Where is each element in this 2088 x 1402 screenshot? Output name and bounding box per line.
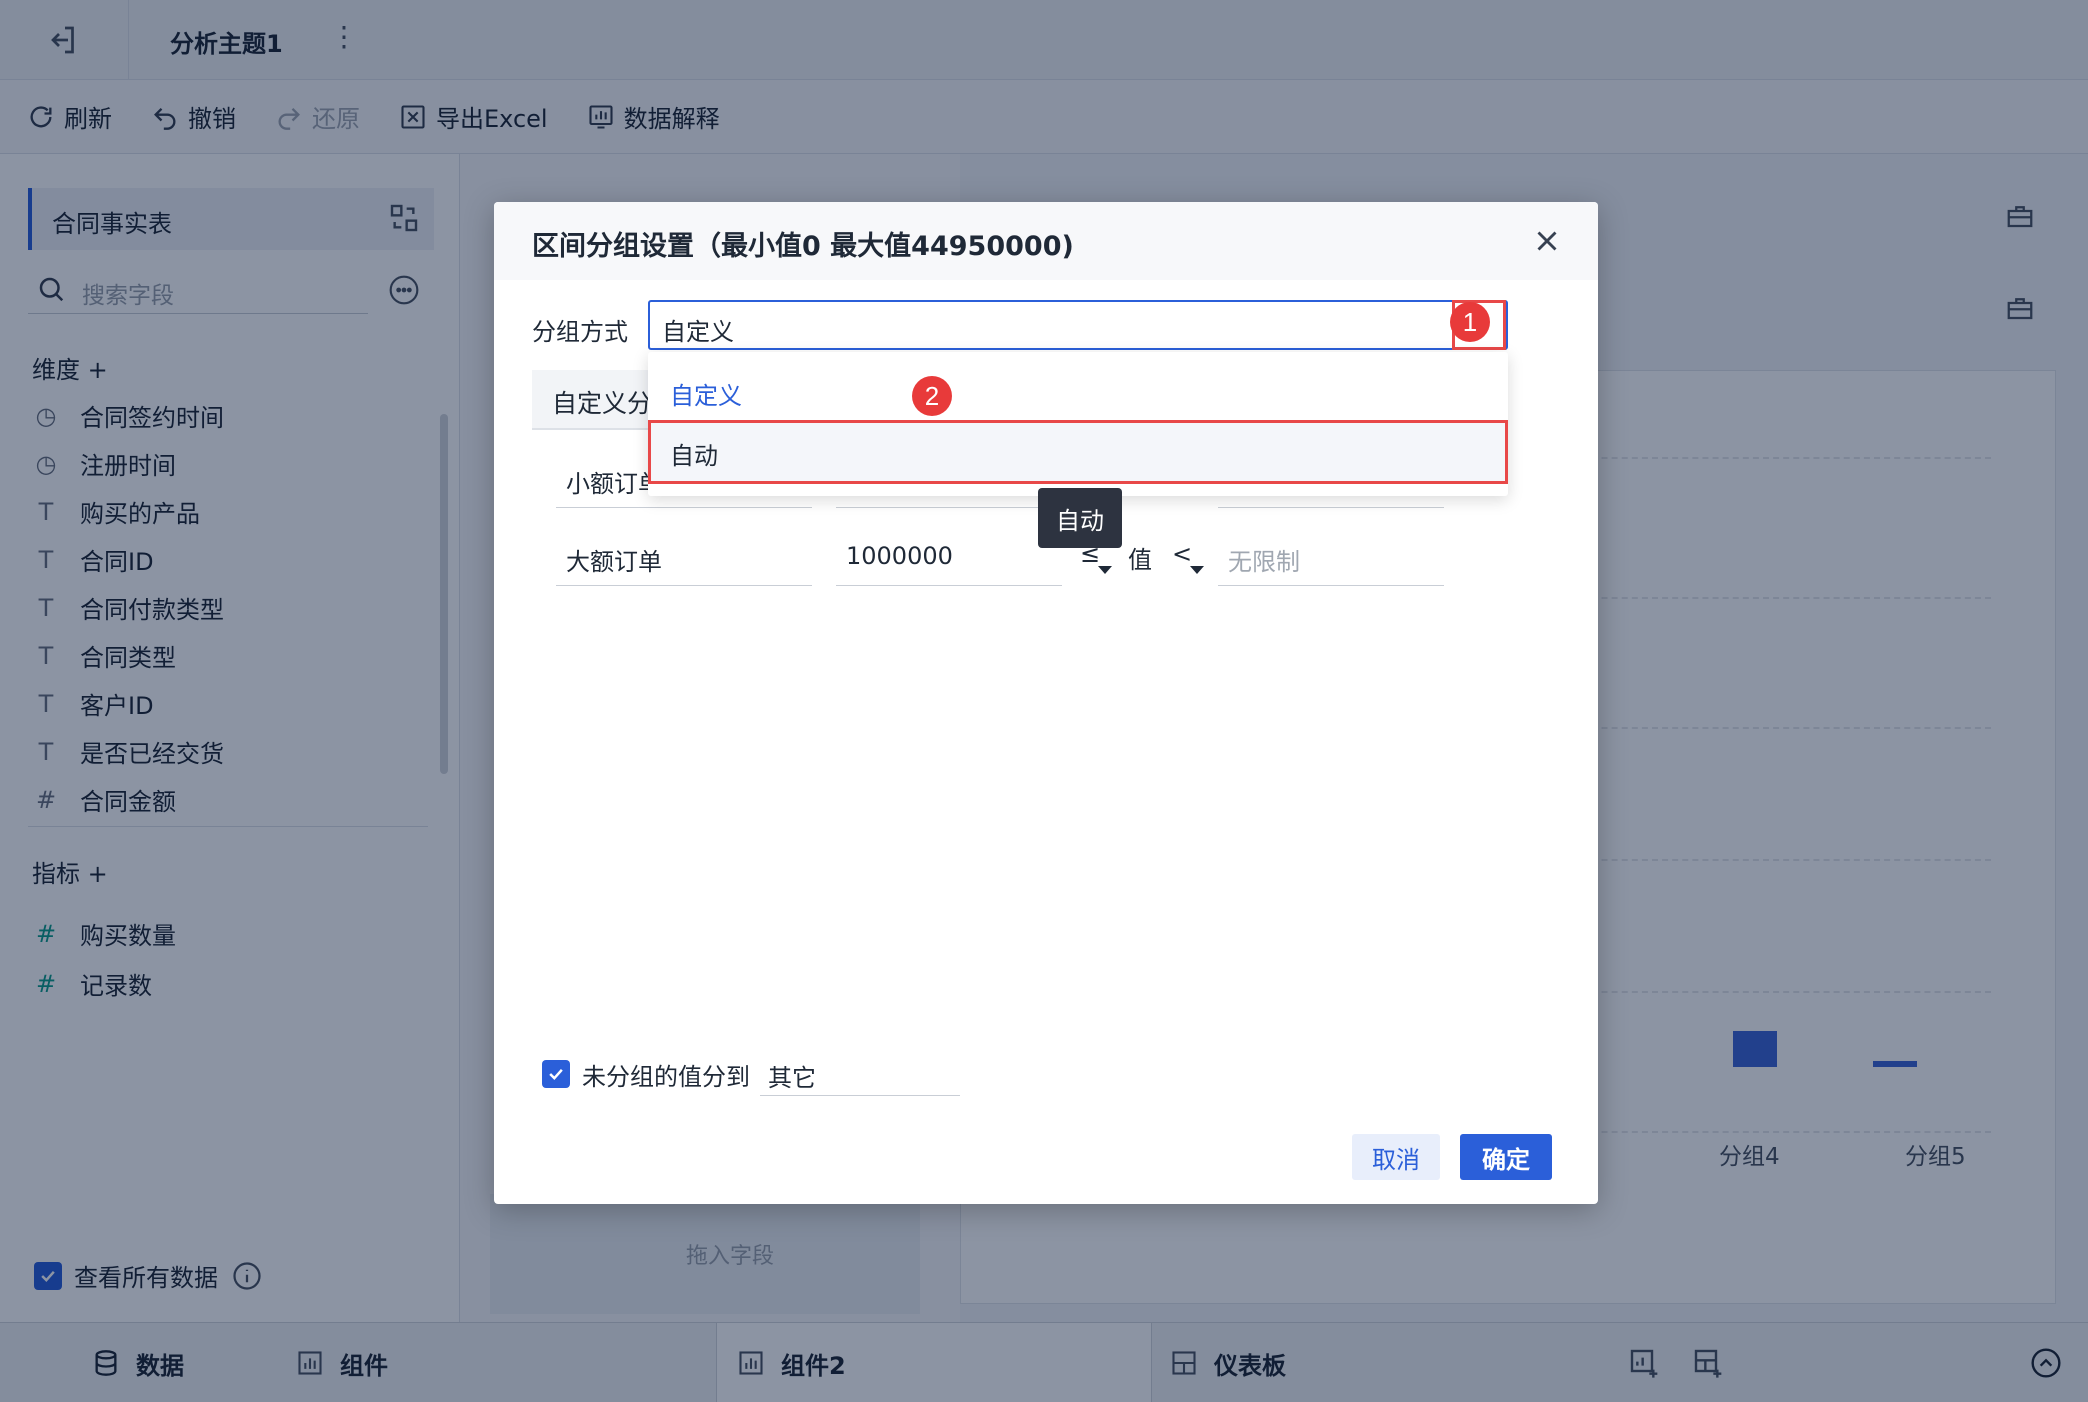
tooltip: 自动 — [1038, 488, 1122, 548]
close-icon[interactable] — [1530, 224, 1564, 258]
cancel-button[interactable]: 取消 — [1352, 1134, 1440, 1180]
ungrouped-name: 其它 — [768, 1064, 816, 1092]
step-badge: 1 — [1450, 302, 1490, 342]
ungrouped-label: 未分组的值分到 — [582, 1062, 750, 1091]
group-name-input[interactable]: 大额订单 — [556, 528, 812, 586]
option-auto[interactable]: 自动 — [648, 420, 1508, 484]
caret-down-icon[interactable] — [1190, 566, 1204, 574]
group-max: 无限制 — [1228, 548, 1300, 576]
group-row: 大额订单 1000000 ≤ 值 < 无限制 — [556, 528, 1476, 598]
step-badge: 2 — [912, 376, 952, 416]
group-max-input[interactable]: 无限制 — [1218, 528, 1444, 586]
value-label: 值 — [1128, 546, 1152, 574]
tab-custom-group-label: 自定义分组 — [552, 389, 662, 418]
dialog-header: 区间分组设置（最小值0 最大值44950000) — [494, 202, 1598, 280]
caret-down-icon[interactable] — [1098, 566, 1112, 574]
tab-custom-group[interactable]: 自定义分组 — [532, 370, 662, 430]
dialog-title: 区间分组设置（最小值0 最大值44950000) — [532, 231, 1074, 262]
group-min: 1000000 — [846, 542, 953, 570]
option-custom[interactable]: 自定义 — [648, 360, 1508, 424]
group-method-value: 自定义 — [662, 318, 734, 346]
group-method-label: 分组方式 — [532, 318, 628, 346]
group-method-dropdown: 自定义 自动 — [648, 352, 1508, 496]
group-method-select[interactable]: 自定义 — [648, 300, 1508, 350]
upper-operator[interactable]: < — [1172, 540, 1192, 568]
option-label: 自定义 — [670, 382, 742, 410]
group-name: 大额订单 — [566, 548, 662, 576]
ungrouped-name-input[interactable]: 其它 — [760, 1052, 960, 1096]
option-label: 自动 — [670, 442, 718, 470]
ungrouped-checkbox[interactable]: 未分组的值分到 其它 — [542, 1052, 960, 1096]
checkbox-checked-icon[interactable] — [542, 1060, 570, 1088]
group-min-input[interactable]: 1000000 — [836, 528, 1062, 586]
range-group-dialog: 区间分组设置（最小值0 最大值44950000) 分组方式 自定义 1 自定义分… — [494, 202, 1598, 1204]
confirm-button[interactable]: 确定 — [1460, 1134, 1552, 1180]
